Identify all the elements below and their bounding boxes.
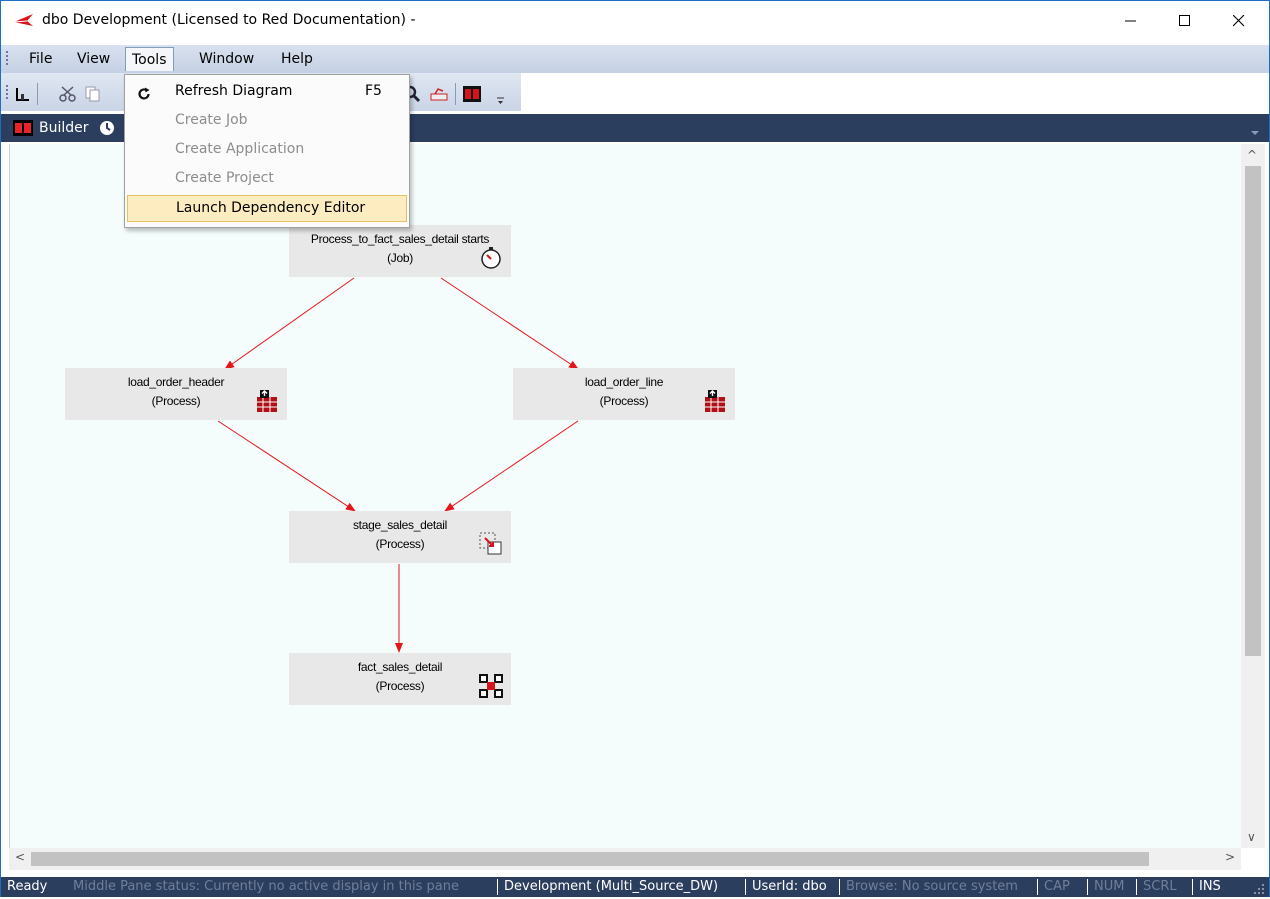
node-type: (Job) — [387, 251, 413, 265]
menuitem-shortcut: F5 — [365, 83, 382, 99]
layout-icon[interactable] — [15, 85, 31, 103]
diagram-pane: Process_to_fact_sales_detail starts (Job… — [1, 142, 1269, 878]
menuitem-refresh-diagram[interactable]: Refresh Diagram F5 — [127, 78, 407, 105]
node-job-process-to-fact-sales-detail[interactable]: Process_to_fact_sales_detail starts (Job… — [289, 225, 511, 277]
horizontal-scrollbar[interactable]: < > — [9, 848, 1241, 870]
toolbar-overflow-icon[interactable] — [497, 91, 505, 109]
menuitem-label: Create Application — [175, 141, 305, 157]
status-separator — [1192, 879, 1193, 895]
load-table-icon — [255, 389, 279, 416]
menuitem-label: Launch Dependency Editor — [176, 200, 366, 216]
stopwatch-icon — [479, 246, 503, 273]
copy-icon[interactable] — [85, 85, 101, 103]
node-fact-sales-detail[interactable]: fact_sales_detail (Process) — [289, 653, 511, 705]
minimize-button[interactable] — [1104, 1, 1158, 41]
edge-job-to-load-order-header — [224, 277, 355, 370]
node-load-order-line[interactable]: load_order_line (Process) — [513, 368, 735, 420]
menuitem-label: Refresh Diagram — [175, 83, 293, 99]
builder-window-icon[interactable] — [463, 85, 481, 103]
menubar-grip[interactable] — [6, 51, 8, 67]
status-separator — [497, 879, 498, 895]
node-name: load_order_header — [127, 375, 225, 389]
node-load-order-header[interactable]: load_order_header (Process) — [65, 368, 287, 420]
close-button[interactable] — [1212, 1, 1266, 41]
redbird-logo-icon — [13, 12, 35, 32]
load-table-icon — [703, 389, 727, 416]
title-bar[interactable]: dbo Development (Licensed to Red Documen… — [1, 1, 1269, 41]
node-stage-sales-detail[interactable]: stage_sales_detail (Process) — [289, 511, 511, 563]
node-name: stage_sales_detail — [352, 518, 447, 532]
status-user: UserId: dbo — [752, 879, 827, 894]
node-type: (Process) — [151, 394, 201, 408]
menu-view[interactable]: View — [71, 47, 116, 71]
window-title: dbo Development (Licensed to Red Documen… — [42, 12, 416, 28]
toolbar-grip[interactable] — [6, 85, 8, 101]
toolbar-separator — [455, 83, 456, 105]
node-type: (Process) — [375, 679, 425, 693]
status-browse: Browse: No source system — [846, 879, 1018, 894]
menuitem-create-application[interactable]: Create Application — [127, 136, 407, 163]
scroll-right-icon[interactable]: > — [1225, 850, 1235, 864]
node-name: load_order_line — [584, 375, 664, 389]
toolbar-separator — [37, 83, 38, 105]
close-icon — [1233, 15, 1245, 27]
builder-icon — [13, 120, 33, 136]
scroll-left-icon[interactable]: < — [15, 850, 25, 864]
status-ready: Ready — [7, 879, 48, 894]
menu-bar: File View Tools Window Help — [1, 45, 1269, 73]
menuitem-label: Create Project — [175, 170, 274, 186]
scroll-up-icon[interactable]: ^ — [1247, 148, 1257, 162]
status-connection: Development (Multi_Source_DW) — [504, 879, 719, 894]
diagram-canvas[interactable]: Process_to_fact_sales_detail starts (Job… — [9, 144, 1241, 848]
menu-help[interactable]: Help — [275, 47, 319, 71]
status-separator — [839, 879, 840, 895]
stage-table-icon — [479, 532, 503, 559]
menuitem-create-job[interactable]: Create Job — [127, 107, 407, 134]
edge-job-to-load-order-line — [440, 277, 579, 370]
maximize-icon — [1179, 15, 1190, 26]
dependency-edges — [217, 277, 579, 653]
status-bar: Ready Middle Pane status: Currently no a… — [1, 877, 1269, 897]
app-window: dbo Development (Licensed to Red Documen… — [0, 0, 1270, 897]
clock-icon[interactable] — [99, 120, 115, 136]
tab-list-dropdown-icon[interactable] — [1251, 122, 1259, 141]
edge-load-order-line-to-stage — [444, 420, 579, 512]
menuitem-label: Create Job — [175, 112, 248, 128]
status-separator — [1037, 879, 1038, 895]
vertical-scrollbar[interactable]: ^ ∨ — [1241, 144, 1265, 848]
node-type: (Process) — [599, 394, 649, 408]
menu-tools[interactable]: Tools — [125, 47, 174, 71]
minimize-icon — [1125, 20, 1136, 22]
status-separator — [745, 879, 746, 895]
node-type: (Process) — [375, 537, 425, 551]
edge-load-order-header-to-stage — [217, 420, 356, 512]
status-ins: INS — [1199, 879, 1221, 894]
status-separator — [1136, 879, 1137, 895]
node-name: fact_sales_detail — [357, 660, 443, 674]
tab-builder[interactable]: Builder — [1, 114, 115, 142]
print-icon[interactable] — [429, 85, 449, 103]
menu-window[interactable]: Window — [193, 47, 260, 71]
maximize-button[interactable] — [1158, 1, 1212, 41]
tab-builder-label: Builder — [39, 120, 89, 136]
menuitem-create-project[interactable]: Create Project — [127, 165, 407, 192]
fact-table-icon — [479, 674, 503, 701]
menuitem-launch-dependency-editor[interactable]: Launch Dependency Editor — [127, 195, 407, 222]
status-scrl: SCRL — [1143, 879, 1177, 894]
node-name: Process_to_fact_sales_detail starts — [310, 232, 490, 246]
status-separator — [1087, 879, 1088, 895]
cut-icon[interactable] — [59, 85, 77, 103]
tools-dropdown-menu: Refresh Diagram F5 Create Job Create App… — [124, 74, 410, 228]
status-middle-pane: Middle Pane status: Currently no active … — [73, 879, 459, 894]
vertical-scroll-thumb[interactable] — [1245, 166, 1261, 656]
scroll-down-icon[interactable]: ∨ — [1247, 830, 1256, 844]
menu-file[interactable]: File — [23, 47, 58, 71]
status-cap: CAP — [1044, 879, 1070, 894]
status-num: NUM — [1094, 879, 1125, 894]
horizontal-scroll-thumb[interactable] — [31, 852, 1149, 866]
